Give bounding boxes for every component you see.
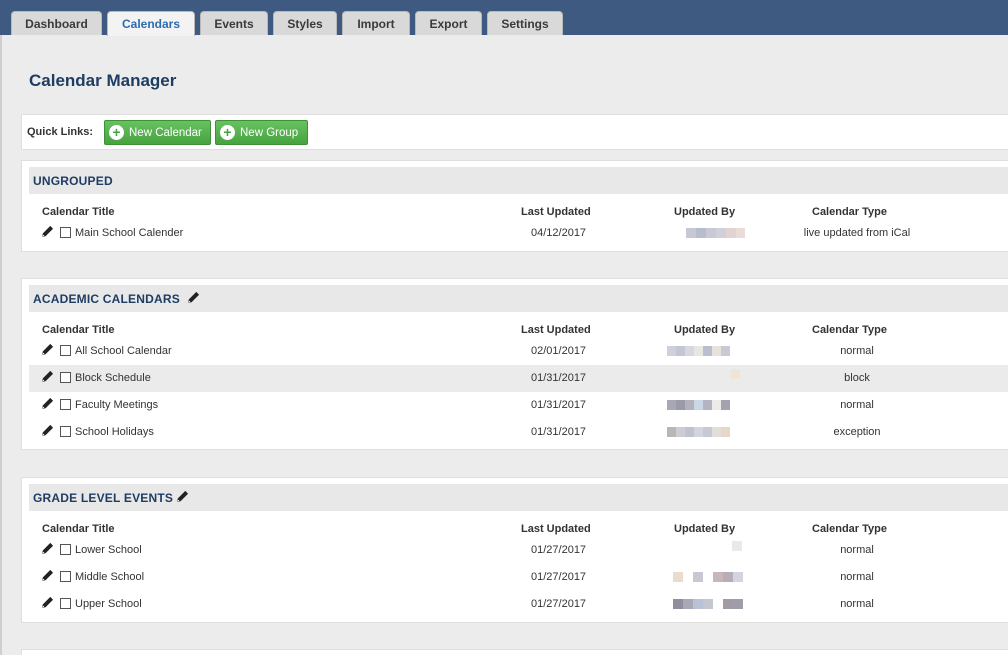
last-updated: 01/31/2017 <box>531 372 587 384</box>
pencil-icon[interactable] <box>41 569 54 582</box>
last-updated: 01/27/2017 <box>531 544 587 556</box>
quick-links-label: Quick Links: <box>27 126 94 138</box>
last-updated: 01/27/2017 <box>531 571 587 583</box>
row-checkbox[interactable] <box>60 227 71 238</box>
calendar-title[interactable]: Main School Calender <box>75 227 183 239</box>
pencil-icon[interactable] <box>41 596 54 609</box>
col-last-updated: Last Updated <box>521 324 591 336</box>
col-calendar-type: Calendar Type <box>812 324 887 336</box>
calendar-row: Lower School 01/27/2017 normal <box>29 537 1008 564</box>
edit-group-pencil-icon[interactable] <box>176 490 189 503</box>
pencil-icon[interactable] <box>41 424 54 437</box>
group-grade-level-events: GRADE LEVEL EVENTS Calendar Title Last U… <box>21 477 1008 623</box>
row-checkbox[interactable] <box>60 345 71 356</box>
left-border <box>0 35 2 655</box>
row-checkbox[interactable] <box>60 571 71 582</box>
group-academic-calendars: ACADEMIC CALENDARS Calendar Title Last U… <box>21 278 1008 450</box>
calendar-row: Faculty Meetings 01/31/2017 normal <box>29 392 1008 419</box>
row-checkbox[interactable] <box>60 426 71 437</box>
calendar-title[interactable]: Middle School <box>75 571 144 583</box>
updated-by-redacted <box>667 400 730 410</box>
pencil-icon[interactable] <box>41 225 54 238</box>
group-title: UNGROUPED <box>33 174 113 188</box>
calendar-title[interactable]: Faculty Meetings <box>75 399 158 411</box>
row-checkbox[interactable] <box>60 544 71 555</box>
new-group-label: New Group <box>240 126 299 139</box>
col-updated-by: Updated By <box>674 324 736 336</box>
col-calendar-title: Calendar Title <box>42 324 115 336</box>
calendar-type: normal <box>840 598 874 610</box>
last-updated: 01/31/2017 <box>531 399 587 411</box>
tab-settings[interactable]: Settings <box>487 11 563 35</box>
calendar-type: live updated from iCal <box>803 227 911 239</box>
tab-events[interactable]: Events <box>200 11 268 35</box>
calendar-row: All School Calendar 02/01/2017 normal <box>29 338 1008 365</box>
calendar-type: normal <box>840 345 874 357</box>
calendar-type: normal <box>840 399 874 411</box>
updated-by-redacted <box>731 369 740 379</box>
pencil-icon[interactable] <box>41 343 54 356</box>
calendar-type: normal <box>840 544 874 556</box>
col-last-updated: Last Updated <box>521 523 591 535</box>
top-nav-bar: Dashboard Calendars Events Styles Import… <box>0 0 1008 36</box>
last-updated: 04/12/2017 <box>531 227 587 239</box>
new-calendar-button[interactable]: + New Calendar <box>104 120 211 145</box>
calendar-type: exception <box>833 426 881 438</box>
col-calendar-type: Calendar Type <box>812 206 887 218</box>
calendar-row: Middle School 01/27/2017 normal <box>29 564 1008 591</box>
tab-export[interactable]: Export <box>415 11 482 35</box>
calendar-title[interactable]: Upper School <box>75 598 142 610</box>
pencil-icon[interactable] <box>41 370 54 383</box>
col-calendar-type: Calendar Type <box>812 523 887 535</box>
next-section-edge <box>21 649 1008 655</box>
tab-calendars[interactable]: Calendars <box>107 11 195 36</box>
page-title: Calendar Manager <box>29 71 177 90</box>
group-title: ACADEMIC CALENDARS <box>33 292 180 306</box>
updated-by-redacted <box>667 346 730 356</box>
new-calendar-label: New Calendar <box>129 126 202 139</box>
calendar-title[interactable]: School Holidays <box>75 426 154 438</box>
updated-by-redacted <box>732 541 742 551</box>
last-updated: 01/31/2017 <box>531 426 587 438</box>
calendar-type: block <box>844 372 870 384</box>
group-ungrouped: UNGROUPED Calendar Title Last Updated Up… <box>21 160 1008 252</box>
new-group-button[interactable]: + New Group <box>215 120 308 145</box>
calendar-row: Block Schedule 01/31/2017 block <box>29 365 1008 392</box>
last-updated: 01/27/2017 <box>531 598 587 610</box>
plus-circle-icon: + <box>109 125 124 140</box>
updated-by-redacted <box>667 427 730 437</box>
group-header: ACADEMIC CALENDARS <box>29 285 1008 312</box>
row-checkbox[interactable] <box>60 399 71 410</box>
group-title: GRADE LEVEL EVENTS <box>33 491 174 505</box>
col-calendar-title: Calendar Title <box>42 523 115 535</box>
updated-by-redacted <box>686 228 745 238</box>
main-tabs: Dashboard Calendars Events Styles Import… <box>11 11 563 36</box>
group-header: UNGROUPED <box>29 167 1008 194</box>
tab-styles[interactable]: Styles <box>273 11 337 35</box>
col-updated-by: Updated By <box>674 523 736 535</box>
tab-dashboard[interactable]: Dashboard <box>11 11 102 35</box>
edit-group-pencil-icon[interactable] <box>187 291 200 304</box>
last-updated: 02/01/2017 <box>531 345 587 357</box>
updated-by-redacted <box>673 572 743 582</box>
group-header: GRADE LEVEL EVENTS <box>29 484 1008 511</box>
col-updated-by: Updated By <box>674 206 736 218</box>
col-calendar-title: Calendar Title <box>42 206 115 218</box>
calendar-title[interactable]: Block Schedule <box>75 372 151 384</box>
row-checkbox[interactable] <box>60 598 71 609</box>
plus-circle-icon: + <box>220 125 235 140</box>
calendar-row: Main School Calender 04/12/2017 live upd… <box>29 220 1008 247</box>
updated-by-redacted <box>673 599 743 609</box>
pencil-icon[interactable] <box>41 542 54 555</box>
row-checkbox[interactable] <box>60 372 71 383</box>
tab-import[interactable]: Import <box>342 11 410 35</box>
calendar-row: Upper School 01/27/2017 normal <box>29 591 1008 618</box>
quick-links-bar: Quick Links: + New Calendar + New Group <box>21 114 1008 150</box>
pencil-icon[interactable] <box>41 397 54 410</box>
calendar-title[interactable]: Lower School <box>75 544 142 556</box>
calendar-row: School Holidays 01/31/2017 exception <box>29 419 1008 446</box>
col-last-updated: Last Updated <box>521 206 591 218</box>
calendar-title[interactable]: All School Calendar <box>75 345 172 357</box>
calendar-type: normal <box>840 571 874 583</box>
